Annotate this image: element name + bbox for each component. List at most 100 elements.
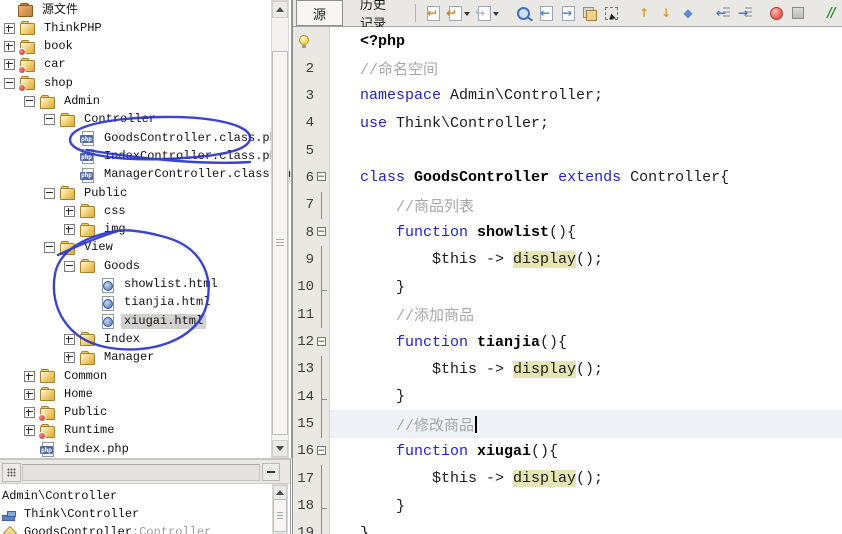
navigator-item-think-controller[interactable]: Think\Controller	[2, 505, 139, 523]
scroll-up-icon[interactable]	[273, 485, 287, 500]
tree-item--[interactable]: 源文件	[2, 1, 81, 19]
fold-marker-icon[interactable]	[314, 465, 330, 493]
gutter[interactable]: 7	[293, 191, 330, 220]
fold-marker-icon[interactable]	[314, 219, 330, 246]
fold-marker-icon[interactable]	[314, 82, 330, 109]
tree-item-img[interactable]: img	[64, 221, 129, 239]
scroll-down-icon[interactable]	[272, 440, 288, 457]
previous-bookmark-icon[interactable]: ↑	[634, 3, 654, 23]
expand-toggle-icon[interactable]	[4, 77, 15, 89]
gutter[interactable]: 4	[293, 110, 330, 137]
code-line[interactable]: 5	[293, 137, 842, 164]
tree-item-goods[interactable]: Goods	[64, 257, 143, 275]
tree-item-index[interactable]: Index	[64, 330, 143, 348]
tree-item-car[interactable]: car	[4, 56, 69, 74]
tree-item-runtime[interactable]: Runtime	[24, 422, 117, 440]
last-edit-position-icon[interactable]: ↩	[422, 3, 442, 23]
rectangular-selection-icon[interactable]	[601, 3, 621, 23]
gutter[interactable]: 9	[293, 246, 330, 274]
code-line[interactable]: 18 }	[293, 492, 842, 521]
expand-toggle-icon[interactable]	[4, 41, 15, 53]
gutter[interactable]: 5	[293, 137, 330, 164]
expand-toggle-icon[interactable]	[24, 370, 35, 382]
expand-toggle-icon[interactable]	[44, 187, 55, 199]
navigator-scrollbar-thumb[interactable]	[273, 499, 287, 532]
expand-toggle-icon[interactable]	[4, 59, 15, 71]
fold-marker-icon[interactable]	[310, 28, 326, 55]
fold-marker-icon[interactable]	[314, 137, 330, 164]
nav-back-icon[interactable]: ↩	[444, 3, 471, 23]
gutter[interactable]: 6	[293, 164, 330, 191]
tree-item-controller[interactable]: Controller	[44, 111, 159, 129]
gutter[interactable]: 2	[293, 55, 330, 82]
gutter[interactable]: 10	[293, 273, 330, 302]
navigator-grip-icon[interactable]	[2, 463, 21, 482]
expand-toggle-icon[interactable]	[24, 96, 35, 107]
find-selection-icon[interactable]	[513, 3, 533, 23]
code-line[interactable]: 10 }	[293, 273, 842, 302]
expand-toggle-icon[interactable]	[64, 333, 75, 345]
tree-item-public[interactable]: Public	[24, 404, 110, 422]
minimize-icon[interactable]	[262, 463, 280, 481]
tree-item-css[interactable]: css	[64, 202, 129, 220]
next-bookmark-icon[interactable]: ↓	[656, 3, 676, 23]
scroll-up-icon[interactable]	[272, 1, 288, 18]
code-line[interactable]: 15 //修改商品	[293, 410, 842, 439]
find-previous-occurrence-icon[interactable]: ←	[535, 3, 555, 23]
fold-marker-icon[interactable]	[314, 328, 330, 355]
tree-item-tianjia-html[interactable]: tianjia.html	[84, 294, 213, 312]
shift-line-right-icon[interactable]: →	[733, 3, 753, 23]
fold-marker-icon[interactable]	[314, 246, 330, 274]
code-line[interactable]: 9 $this -> display ();	[293, 246, 842, 274]
expand-toggle-icon[interactable]	[64, 260, 75, 272]
tree-item-showlist-html[interactable]: showlist.html	[84, 276, 221, 294]
tree-scrollbar-thumb[interactable]	[272, 51, 288, 435]
tree-item-public[interactable]: Public	[44, 184, 130, 202]
tree-item-indexcontroller-class-php[interactable]: IndexController.class.php	[64, 147, 287, 165]
nav-forward-icon[interactable]: ↪	[473, 3, 500, 23]
stop-macro-icon[interactable]	[788, 3, 808, 23]
navigator-scrollbar[interactable]	[272, 484, 288, 534]
fold-marker-icon[interactable]	[314, 383, 330, 411]
fold-marker-icon[interactable]	[314, 164, 330, 191]
fold-marker-icon[interactable]	[314, 273, 330, 302]
fold-marker-icon[interactable]	[314, 410, 330, 439]
navigator-item-goodscontroller[interactable]: GoodsController :Controller	[2, 523, 211, 534]
expand-toggle-icon[interactable]	[4, 22, 15, 34]
code-editor[interactable]: <?php 2 //命名空间 3 namespace Admin\Control…	[293, 27, 842, 534]
expand-toggle-icon[interactable]	[24, 388, 35, 400]
fold-marker-icon[interactable]	[314, 519, 330, 534]
find-next-occurrence-icon[interactable]: →	[557, 3, 577, 23]
gutter[interactable]: 16	[293, 438, 330, 465]
tree-item-goodscontroller-class-php[interactable]: GoodsController.class.php	[64, 129, 287, 147]
fold-marker-icon[interactable]	[314, 438, 330, 465]
gutter[interactable]	[293, 28, 330, 55]
tree-item-manager[interactable]: Manager	[64, 349, 157, 367]
gutter[interactable]: 12	[293, 328, 330, 355]
code-line[interactable]: 17 $this -> display ();	[293, 465, 842, 493]
editor-tab-inactive[interactable]: 历史记录	[343, 0, 410, 32]
code-line[interactable]: 16 function xiugai(){	[293, 438, 842, 465]
expand-toggle-icon[interactable]	[64, 224, 75, 236]
gutter[interactable]: 14	[293, 383, 330, 411]
gutter[interactable]: 11	[293, 301, 330, 329]
gutter[interactable]: 19	[293, 519, 330, 534]
shift-line-left-icon[interactable]: ←	[711, 3, 731, 23]
gutter[interactable]: 3	[293, 82, 330, 109]
gutter[interactable]: 13	[293, 355, 330, 384]
fold-marker-icon[interactable]	[314, 191, 330, 220]
expand-toggle-icon[interactable]	[44, 242, 55, 254]
fold-marker-icon[interactable]	[314, 492, 330, 521]
toggle-search-highlight-icon[interactable]	[579, 3, 599, 23]
fold-marker-icon[interactable]	[314, 301, 330, 329]
tree-item-book[interactable]: book	[4, 38, 76, 56]
navigator-filter-bar[interactable]	[22, 464, 260, 481]
expand-toggle-icon[interactable]	[24, 407, 35, 419]
gutter[interactable]: 8	[293, 219, 330, 246]
expand-toggle-icon[interactable]	[24, 425, 35, 437]
code-line[interactable]: 8 function showlist(){	[293, 219, 842, 246]
tree-item-thinkphp[interactable]: ThinkPHP	[4, 19, 105, 37]
tree-item-shop[interactable]: shop	[4, 74, 76, 93]
toggle-bookmark-icon[interactable]: ◆	[678, 3, 698, 23]
code-line[interactable]: 4 use Think\Controller;	[293, 110, 842, 137]
